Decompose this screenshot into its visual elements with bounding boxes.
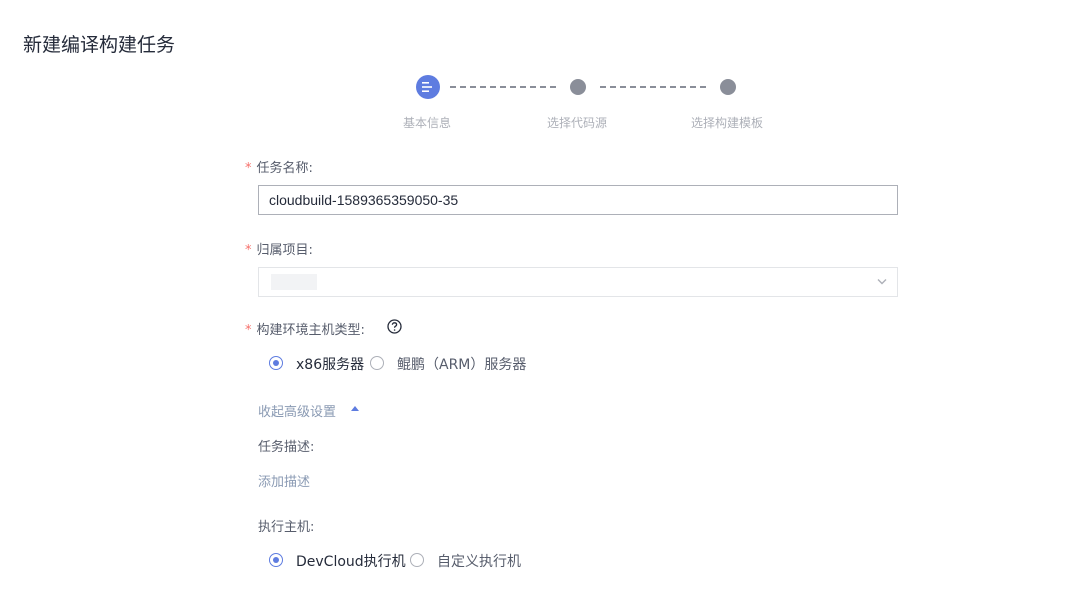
step-3-label: 选择构建模板 [691,116,764,130]
description-label: 任务描述: [258,440,315,455]
radio-arm[interactable] [370,356,384,370]
radio-custom-executor[interactable] [410,553,424,567]
required-mark: * [245,243,252,258]
list-icon [422,82,432,92]
executor-label: 执行主机: [258,520,315,535]
task-name-label: * 任务名称: [245,161,313,176]
step-2-label: 选择代码源 [547,116,608,130]
page-title: 新建编译构建任务 [23,34,176,56]
caret-up-icon[interactable] [351,406,359,411]
radio-custom-executor-label[interactable]: 自定义执行机 [437,551,521,571]
step-connector-2 [600,86,706,88]
project-select[interactable] [258,267,898,297]
required-mark: * [245,323,252,338]
chevron-down-icon [877,279,887,285]
project-label: * 归属项目: [245,243,313,258]
task-name-input[interactable]: cloudbuild-1589365359050-35 [258,185,898,215]
radio-devcloud-label[interactable]: DevCloud执行机 [296,551,406,571]
step-1-label: 基本信息 [403,116,452,130]
step-2-circle [570,79,586,95]
step-connector-1 [450,86,556,88]
radio-x86[interactable] [269,356,283,370]
project-value-redacted [271,274,317,290]
host-type-label: * 构建环境主机类型: [245,323,365,338]
required-mark: * [245,161,252,176]
radio-devcloud[interactable] [269,553,283,567]
help-icon[interactable] [387,319,402,334]
radio-arm-label[interactable]: 鲲鹏（ARM）服务器 [397,354,526,374]
step-3-circle [720,79,736,95]
add-description-link[interactable]: 添加描述 [258,471,310,490]
collapse-advanced-link[interactable]: 收起高级设置 [258,401,336,420]
radio-x86-label[interactable]: x86服务器 [296,354,364,374]
step-1-circle [416,75,440,99]
